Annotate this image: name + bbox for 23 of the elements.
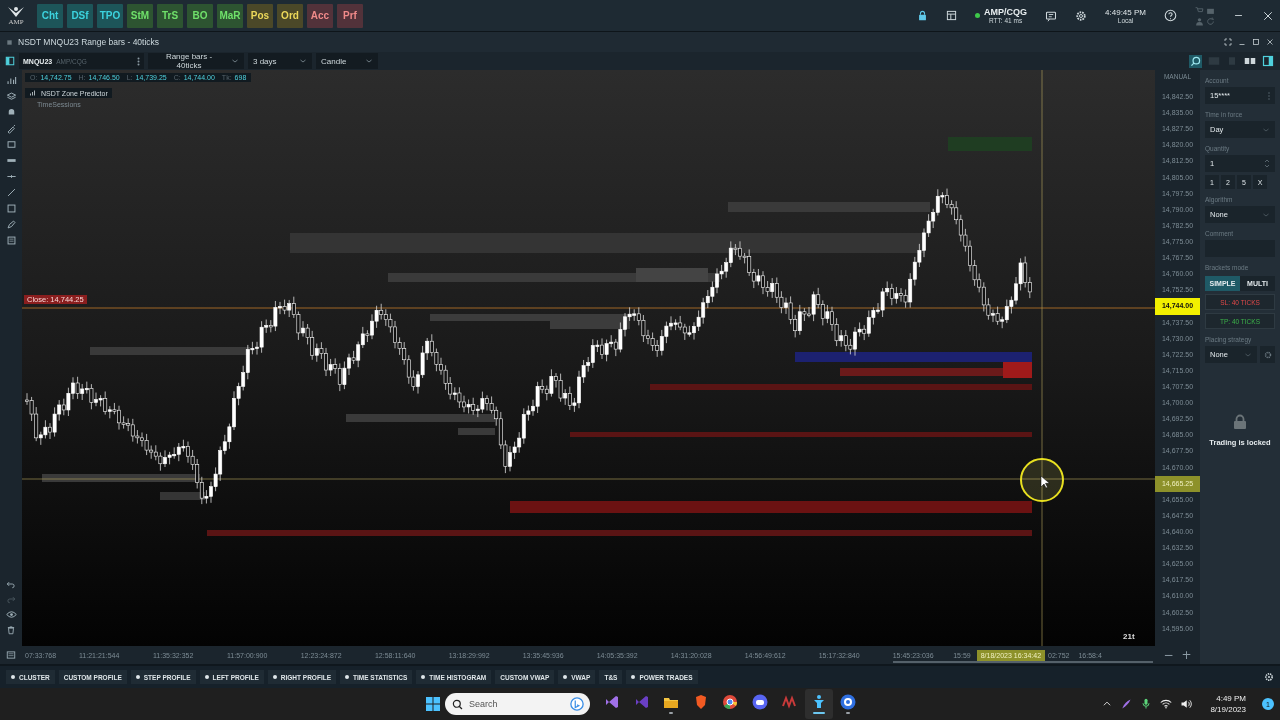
module-button[interactable]: DSf: [67, 3, 93, 28]
module-button[interactable]: Cht: [37, 3, 63, 28]
module-button[interactable]: TPO: [97, 3, 123, 28]
zoom-in-button[interactable]: +: [1181, 648, 1192, 662]
module-button[interactable]: Pos: [247, 3, 273, 28]
module-button[interactable]: Prf: [337, 3, 363, 28]
window-title: NSDT MNQU23 Range bars - 40ticks: [18, 37, 160, 47]
zoom-out-button[interactable]: −: [1163, 648, 1174, 662]
bar-type-dropdown[interactable]: Range bars - 40ticks: [148, 53, 244, 69]
chart-style-dropdown[interactable]: Candle: [316, 53, 378, 69]
module-button[interactable]: Ord: [277, 3, 303, 28]
module-button[interactable]: StM: [127, 3, 153, 28]
clock-time: 4:49:45 PM: [1105, 7, 1146, 17]
search-field[interactable]: Search: [445, 693, 590, 715]
taskbar-time[interactable]: 4:49 PM: [1216, 694, 1246, 703]
module-button[interactable]: BO: [187, 3, 213, 28]
bar-counter: 21t: [1123, 632, 1135, 641]
module-button[interactable]: TrS: [157, 3, 183, 28]
period-dropdown[interactable]: 3 days: [248, 53, 312, 69]
taskbar-date[interactable]: 8/19/2023: [1210, 705, 1246, 714]
module-button[interactable]: Acc: [307, 3, 333, 28]
connection-name: AMP/CQG: [984, 7, 1028, 17]
module-button[interactable]: MaR: [217, 3, 243, 28]
